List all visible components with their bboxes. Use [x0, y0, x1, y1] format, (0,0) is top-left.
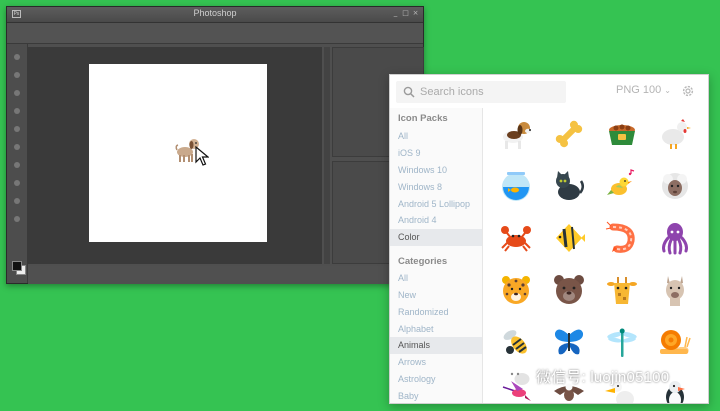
llama-icon[interactable] — [649, 264, 701, 316]
sidebar-item-category[interactable]: Randomized — [390, 304, 482, 321]
sidebar: Icon Packs All iOS 9 Windows 10 Windows … — [390, 108, 483, 403]
sidebar-item-category-selected[interactable]: Animals — [390, 337, 482, 354]
tool-button[interactable] — [14, 162, 20, 168]
sidebar-item-pack[interactable]: Android 5 Lollipop — [390, 196, 482, 213]
bear-icon[interactable] — [543, 264, 595, 316]
tool-button[interactable] — [14, 54, 20, 60]
format-dropdown[interactable]: PNG 100 ⌄ — [616, 84, 671, 96]
leopard-icon[interactable] — [490, 264, 542, 316]
sheep-icon[interactable] — [649, 160, 701, 212]
gear-icon[interactable] — [681, 84, 695, 98]
options-bar — [7, 23, 423, 44]
maximize-icon[interactable]: □ — [402, 9, 409, 18]
dragonfly-icon[interactable] — [596, 316, 648, 368]
wasp-icon[interactable] — [490, 316, 542, 368]
aquarium-icon[interactable] — [490, 160, 542, 212]
photoshop-window: Ps Photoshop _ □ × — [6, 6, 424, 284]
sidebar-item-pack[interactable]: Windows 10 — [390, 162, 482, 179]
wechat-watermark: 微信号: luojin05100 — [506, 366, 669, 387]
sidebar-item-pack[interactable]: All — [390, 128, 482, 145]
sidebar-item-category[interactable]: All — [390, 270, 482, 287]
tool-button[interactable] — [14, 90, 20, 96]
categories-heading: Categories — [398, 256, 448, 267]
sidebar-item-category[interactable]: New — [390, 287, 482, 304]
butterfly-icon[interactable] — [543, 316, 595, 368]
status-bar — [28, 266, 423, 284]
sidebar-item-pack[interactable]: Windows 8 — [390, 179, 482, 196]
singing-bird-icon[interactable] — [596, 160, 648, 212]
icon-packs-heading: Icon Packs — [398, 113, 448, 124]
crab-icon[interactable] — [490, 212, 542, 264]
tool-button[interactable] — [14, 72, 20, 78]
sidebar-item-category[interactable]: Baby — [390, 388, 482, 403]
dog-icon[interactable] — [490, 108, 542, 160]
tool-button[interactable] — [14, 108, 20, 114]
close-icon[interactable]: × — [412, 9, 419, 18]
sidebar-item-category[interactable]: Alphabet — [390, 321, 482, 338]
minimize-icon[interactable]: _ — [392, 9, 399, 18]
tool-button[interactable] — [14, 144, 20, 150]
chevron-down-icon: ⌄ — [664, 85, 671, 95]
tropical-fish-icon[interactable] — [543, 212, 595, 264]
sidebar-item-pack[interactable]: Android 4 — [390, 212, 482, 229]
cat-icon[interactable] — [543, 160, 595, 212]
wechat-logo-icon — [506, 367, 530, 385]
sidebar-item-pack[interactable]: iOS 9 — [390, 145, 482, 162]
search-input[interactable] — [420, 83, 560, 101]
panel-strip — [324, 47, 330, 264]
foreground-color-swatch[interactable] — [12, 261, 22, 271]
tools-panel — [7, 44, 28, 283]
tool-button[interactable] — [14, 126, 20, 132]
mouse-cursor-icon — [195, 146, 209, 166]
search-bar[interactable] — [396, 81, 566, 103]
document-workspace — [28, 47, 322, 264]
bone-icon[interactable] — [543, 108, 595, 160]
tool-button[interactable] — [14, 216, 20, 222]
sidebar-item-category[interactable]: Astrology — [390, 371, 482, 388]
pet-food-bowl-icon[interactable] — [596, 108, 648, 160]
snail-icon[interactable] — [649, 316, 701, 368]
giraffe-icon[interactable] — [596, 264, 648, 316]
chicken-icon[interactable] — [649, 108, 701, 160]
photoshop-titlebar[interactable]: Ps Photoshop _ □ × — [7, 7, 423, 23]
window-title: Photoshop — [193, 8, 237, 18]
octopus-icon[interactable] — [649, 212, 701, 264]
sidebar-item-category[interactable]: Arrows — [390, 354, 482, 371]
tool-button[interactable] — [14, 198, 20, 204]
icons-panel: PNG 100 ⌄ Icon Packs All iOS 9 Windows 1… — [389, 74, 709, 404]
document-canvas[interactable] — [89, 64, 267, 242]
format-label: PNG 100 — [616, 84, 662, 96]
tool-button[interactable] — [14, 180, 20, 186]
sidebar-item-pack-selected[interactable]: Color — [390, 229, 482, 246]
shrimp-icon[interactable] — [596, 212, 648, 264]
search-icon — [403, 86, 415, 98]
icon-grid — [483, 108, 708, 403]
watermark-text: 微信号: luojin05100 — [536, 369, 670, 386]
